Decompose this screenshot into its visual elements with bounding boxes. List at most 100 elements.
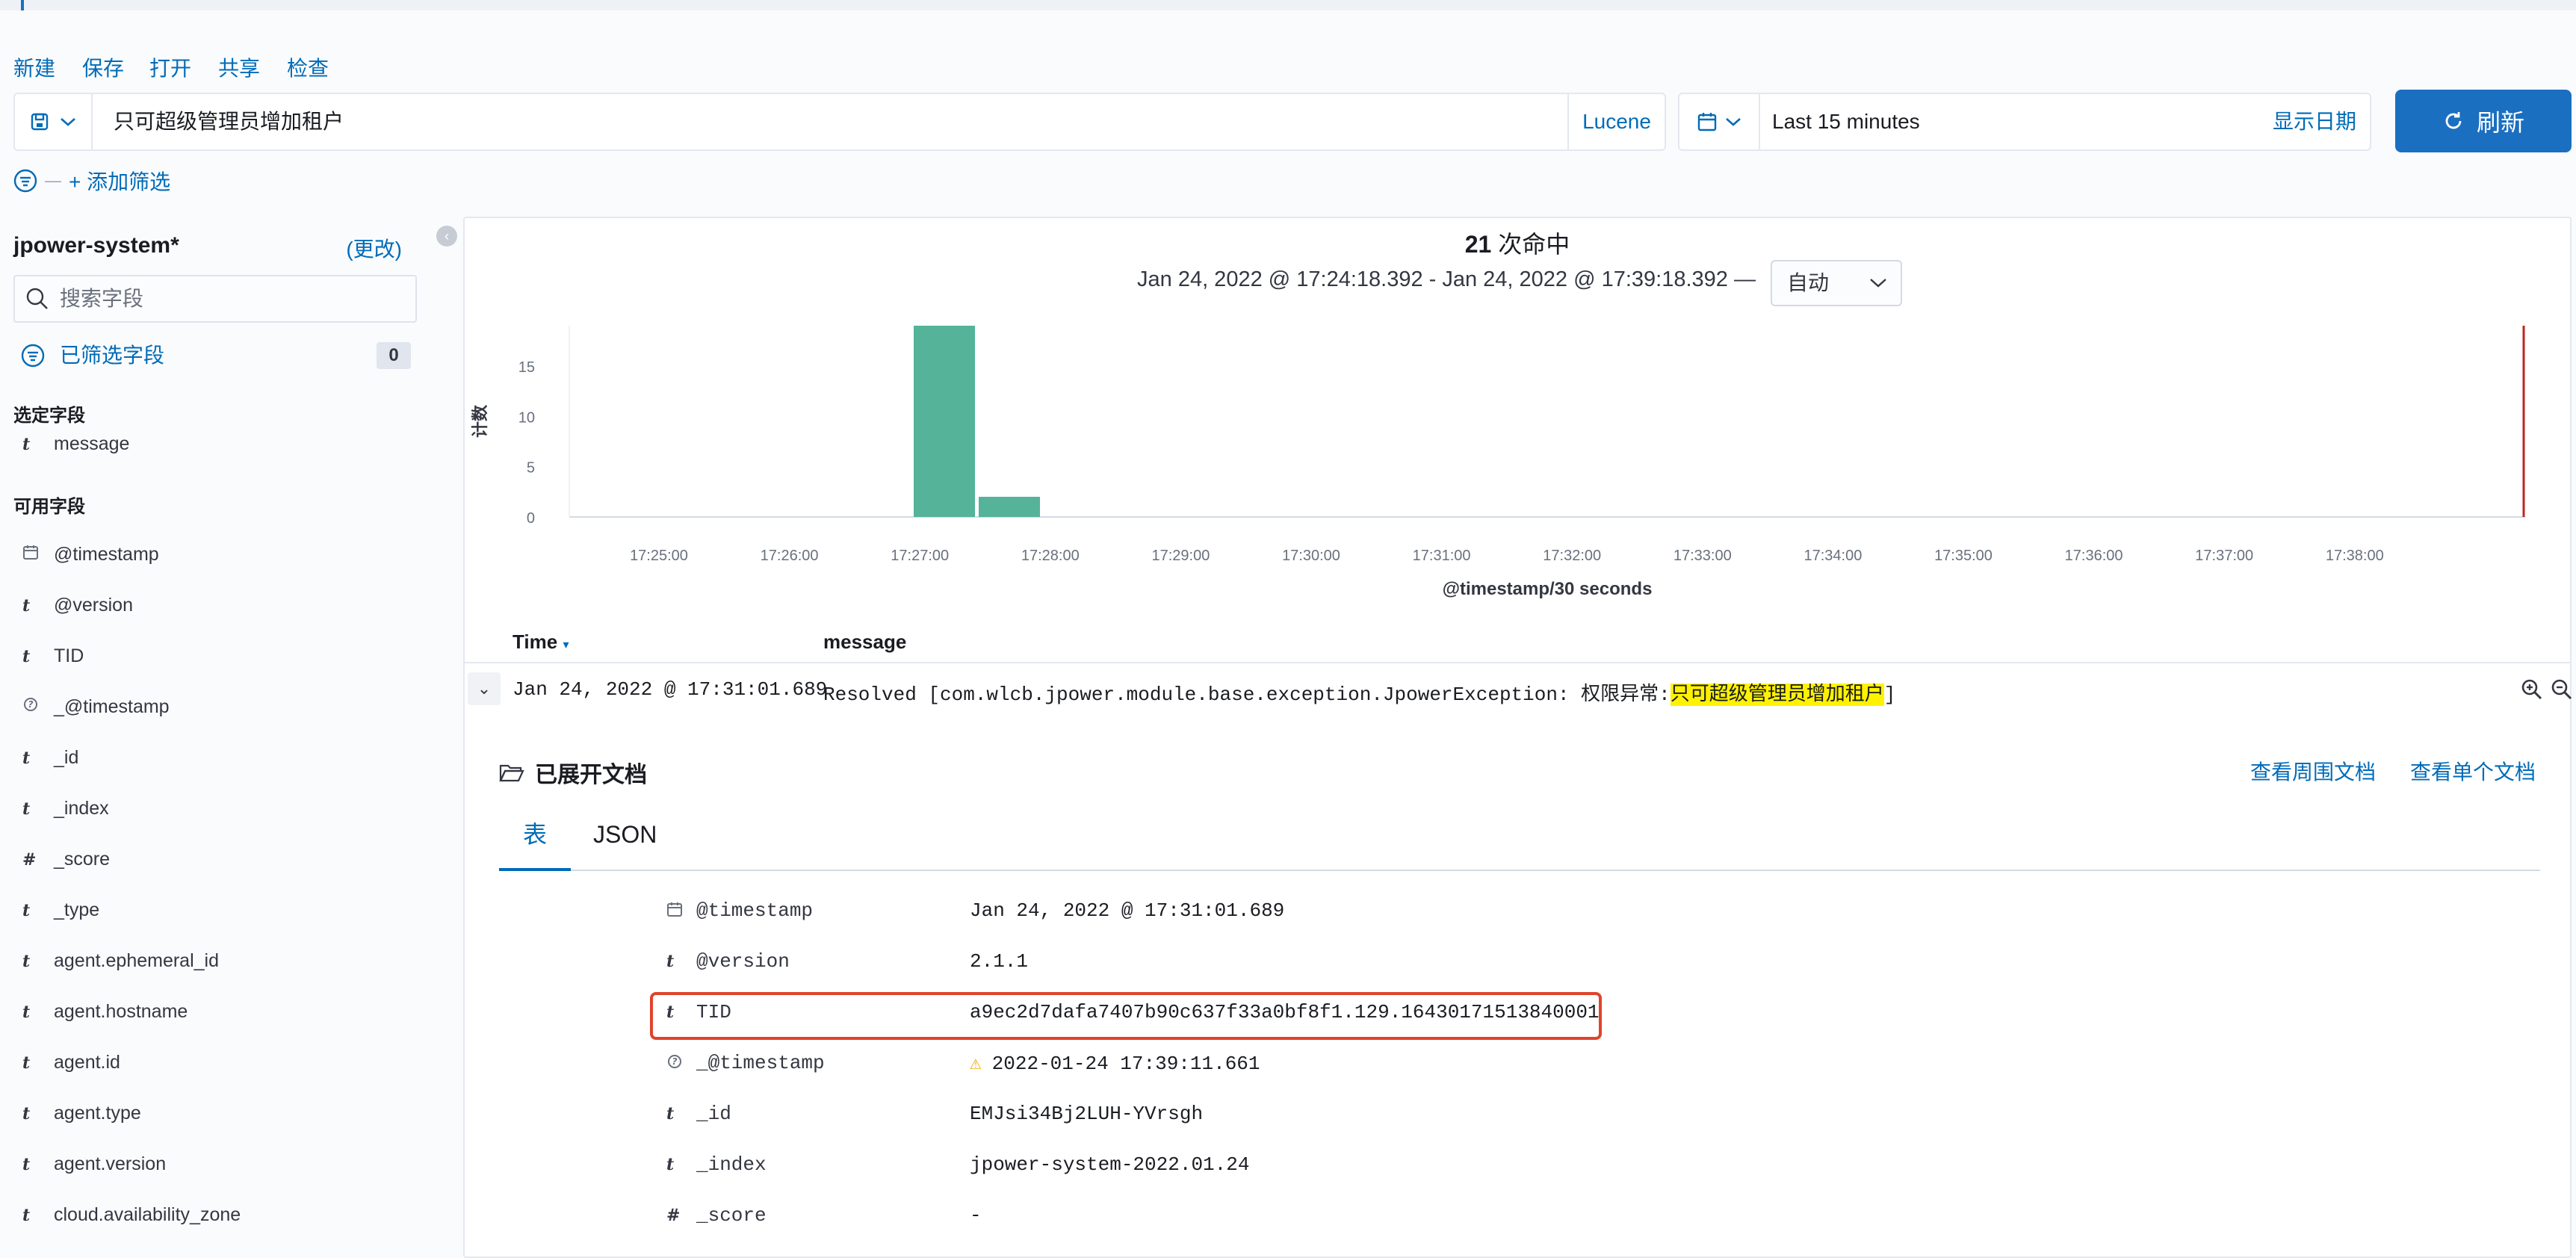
svg-text:?: ?: [28, 699, 34, 710]
doc-field-value-text: 2.1.1: [970, 950, 1029, 973]
doc-field-row: t _index jpower-system-2022.01.24: [659, 1143, 1541, 1188]
doc-field-value: jpower-system-2022.01.24: [970, 1153, 1249, 1176]
chevron-down-icon: [1870, 279, 1886, 288]
text-type-icon: t: [22, 435, 31, 454]
field-name: _index: [54, 798, 109, 819]
time-picker: Last 15 minutes 显示日期: [1678, 93, 2371, 151]
saved-query-button[interactable]: [15, 94, 93, 149]
field-item[interactable]: t agent.type: [22, 1098, 141, 1128]
column-message-header[interactable]: message: [823, 630, 906, 654]
y-tick-label: 0: [527, 510, 535, 527]
text-type-icon: t: [22, 596, 31, 616]
tab-table[interactable]: 表: [499, 808, 571, 871]
field-type-icon: [22, 540, 45, 570]
calendar-icon: [667, 902, 682, 917]
collapse-row-button[interactable]: ⌄: [468, 672, 501, 705]
warning-icon: ⚠: [970, 1053, 982, 1075]
field-item[interactable]: t _index: [22, 793, 109, 823]
view-single-link[interactable]: 查看单个文档: [2410, 756, 2536, 786]
x-tick-label: 17:26:00: [761, 548, 819, 564]
menu-open[interactable]: 打开: [149, 52, 191, 82]
filtered-fields-toggle[interactable]: 已筛选字段 0: [13, 341, 417, 371]
field-item[interactable]: t cloud.availability_zone: [22, 1200, 241, 1230]
field-type-icon: ?: [22, 692, 45, 722]
doc-field-value-text: 2022-01-24 17:39:11.661: [991, 1053, 1260, 1075]
sort-down-icon: ▾: [563, 639, 569, 651]
field-item[interactable]: t agent.hostname: [22, 997, 188, 1026]
histogram-bar: [914, 326, 975, 517]
menu-inspect[interactable]: 检查: [287, 52, 329, 82]
number-type-icon: #: [666, 1206, 681, 1225]
field-item[interactable]: # _score: [22, 844, 110, 874]
text-type-icon: t: [22, 799, 31, 819]
x-tick-label: 17:35:00: [1934, 548, 1993, 564]
x-tick-label: 17:30:00: [1282, 548, 1340, 564]
zoom-in-icon[interactable]: [2521, 678, 2543, 701]
add-filter-button[interactable]: + 添加筛选: [69, 166, 170, 196]
field-item[interactable]: t agent.version: [22, 1149, 166, 1179]
change-index-link[interactable]: (更改): [346, 233, 402, 263]
query-input[interactable]: 只可超级管理员增加租户: [114, 94, 344, 149]
field-name: agent.type: [54, 1103, 141, 1124]
field-name: agent.id: [54, 1052, 120, 1073]
save-icon: [31, 113, 49, 131]
quick-select-button[interactable]: [1679, 94, 1760, 149]
column-time-label: Time: [513, 630, 558, 653]
field-item[interactable]: t @version: [22, 590, 133, 620]
message-suffix: ]: [1883, 684, 1896, 706]
x-tick-label: 17:32:00: [1543, 548, 1601, 564]
calendar-icon: [23, 545, 38, 560]
row-time-cell: Jan 24, 2022 @ 17:31:01.689: [513, 678, 828, 701]
doc-field-value: EMJsi34Bj2LUH-YVrsgh: [970, 1103, 1203, 1125]
field-item[interactable]: @timestamp: [22, 539, 159, 569]
query-language-button[interactable]: Lucene: [1567, 94, 1665, 149]
field-item-message[interactable]: t message: [22, 429, 129, 459]
field-item[interactable]: ? _@timestamp: [22, 692, 170, 722]
folder-open-icon: [499, 764, 524, 782]
refresh-button[interactable]: 刷新: [2395, 90, 2572, 152]
histogram-chart[interactable]: 0 5 10 15 计数 17:25:00 17:26:00 17:27:00 17:28:00…: [465, 315, 2570, 614]
x-tick-label: 17:29:00: [1151, 548, 1210, 564]
selected-fields-title: 选定字段: [13, 406, 85, 426]
field-search-input[interactable]: 搜索字段: [13, 275, 417, 323]
doc-field-value-text: jpower-system-2022.01.24: [970, 1153, 1250, 1176]
refresh-label: 刷新: [2476, 109, 2524, 136]
field-item[interactable]: t _id: [22, 743, 78, 772]
text-type-icon: t: [22, 901, 31, 920]
column-time-header[interactable]: Time ▾: [513, 630, 569, 654]
interval-value: 自动: [1787, 271, 1830, 294]
text-type-icon: t: [666, 952, 675, 971]
row-message-cell: Resolved [com.wlcb.jpower.module.base.ex…: [823, 678, 1895, 706]
tab-json[interactable]: JSON: [593, 808, 657, 871]
results-panel: 21 次命中 Jan 24, 2022 @ 17:24:18.392 - Jan…: [463, 217, 2572, 1258]
menu-new[interactable]: 新建: [13, 52, 55, 82]
menu-save[interactable]: 保存: [82, 52, 124, 82]
x-tick-label: 17:33:00: [1674, 548, 1732, 564]
text-type-icon: t: [22, 1104, 31, 1124]
zoom-out-icon[interactable]: [2551, 678, 2573, 701]
field-item[interactable]: t agent.id: [22, 1047, 120, 1077]
field-item[interactable]: t _type: [22, 895, 99, 925]
field-item[interactable]: t TID: [22, 641, 84, 671]
doc-field-name: _score: [696, 1204, 767, 1227]
text-type-icon: t: [22, 1155, 31, 1174]
field-type-icon: ?: [666, 1053, 687, 1074]
refresh-icon: [2445, 112, 2462, 129]
number-type-icon: #: [22, 850, 37, 870]
show-dates-link[interactable]: 显示日期: [2273, 94, 2356, 149]
field-item[interactable]: t agent.ephemeral_id: [22, 946, 219, 976]
doc-field-row: t @version 2.1.1: [659, 940, 1541, 985]
x-tick-label: 17:28:00: [1021, 548, 1080, 564]
doc-field-name: @version: [696, 950, 790, 973]
y-axis-label: 计数: [471, 404, 490, 438]
text-type-icon: t: [22, 647, 31, 666]
view-surrounding-link[interactable]: 查看周围文档: [2250, 756, 2376, 786]
menu-share[interactable]: 共享: [218, 52, 260, 82]
doc-field-row: @timestamp Jan 24, 2022 @ 17:31:01.689: [659, 889, 1541, 934]
field-search-placeholder: 搜索字段: [60, 287, 144, 310]
time-range-text[interactable]: Last 15 minutes: [1772, 94, 1920, 149]
text-type-icon: t: [22, 1206, 31, 1225]
interval-select[interactable]: 自动: [1771, 260, 1902, 306]
filter-icon[interactable]: [13, 169, 37, 193]
svg-text:?: ?: [672, 1056, 678, 1067]
